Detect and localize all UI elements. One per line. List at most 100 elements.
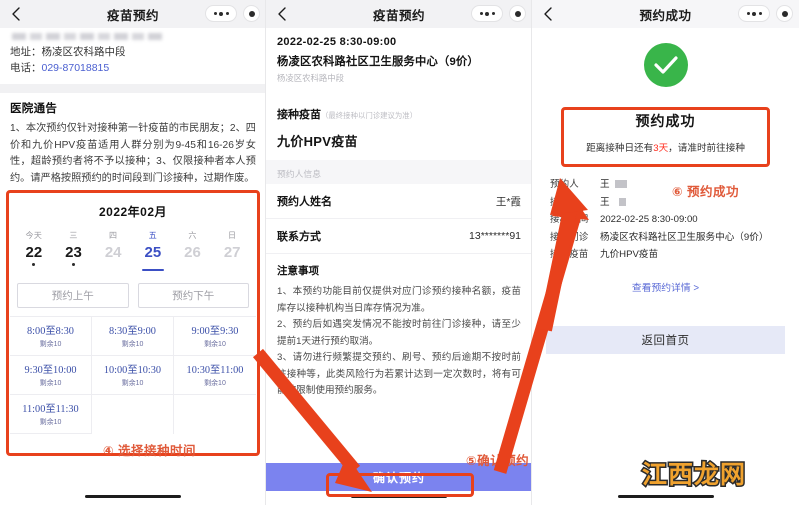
masked-text-icon (618, 197, 626, 206)
time-slot[interactable]: 11:00至11:30 剩余10 (10, 395, 92, 434)
back-icon[interactable] (541, 5, 555, 23)
day-number: 23 (65, 244, 82, 261)
more-dots-icon[interactable] (471, 5, 503, 22)
phone-value[interactable]: 029-87018815 (42, 62, 110, 74)
detail-row-time: 接种时间 2022-02-25 8:30-09:00 (550, 211, 785, 229)
panel-booking-success: 预约成功 预约成功 距离接种日还有3天，请准时前往接种 预约人 王 接种人 王 … (532, 0, 799, 505)
time-slot[interactable]: 9:00至9:30 剩余10 (173, 317, 256, 356)
success-body: 预约成功 距离接种日还有3天，请准时前往接种 预约人 王 接种人 王 接种时间 … (532, 28, 799, 505)
detail-key: 接种时间 (550, 214, 589, 225)
form-row-phone[interactable]: 联系方式 13*******91 (266, 219, 532, 254)
back-icon[interactable] (9, 5, 23, 23)
calendar-day-23[interactable]: 三 23 (54, 230, 94, 271)
annotation-label-5: ⑤确认预约 (466, 454, 530, 468)
calendar-day-26[interactable]: 六 26 (173, 230, 213, 271)
address-label: 地址： (10, 46, 42, 58)
view-detail-link[interactable]: 查看预约详情 > (532, 280, 799, 294)
annotation-label-4: ④ 选择接种时间 (103, 444, 197, 458)
subtitle-prefix: 距离接种日还有 (586, 143, 654, 154)
day-number: 27 (223, 244, 241, 261)
day-number: 26 (184, 244, 201, 261)
target-circle-icon[interactable] (243, 5, 260, 22)
day-number: 24 (104, 244, 122, 261)
slot-time: 9:00至9:30 (191, 326, 239, 337)
masked-text-icon (614, 180, 627, 189)
appointment-site: 杨凌区农科路社区卫生服务中心（9价） (277, 56, 479, 68)
time-slot[interactable]: 8:00至8:30 剩余10 (10, 317, 92, 356)
day-weekday: 四 (109, 231, 118, 240)
booking-details: 预约人 王 接种人 王 接种时间 2022-02-25 8:30-09:00 接… (532, 176, 799, 264)
detail-key: 接种人 (550, 196, 579, 208)
day-dot-indicator (72, 263, 75, 266)
panel-vaccine-booking: 疫苗预约 地址：杨凌区农科路中段 电话：029-87018815 医院通告 1、… (0, 0, 266, 505)
vaccine-note: （最终接种以门诊建议为准） (321, 111, 418, 120)
clinic-info: 地址：杨凌区农科路中段 电话：029-87018815 (0, 28, 266, 84)
detail-key: 预约人 (550, 179, 579, 190)
target-circle-icon[interactable] (509, 5, 526, 22)
row-key: 预约人姓名 (277, 196, 332, 208)
days-remaining: 3天 (653, 143, 669, 154)
day-weekday: 今天 (25, 231, 43, 240)
annotation-label-6: ⑥ 预约成功 (672, 185, 740, 199)
success-title: 预约成功 (635, 113, 696, 129)
target-circle-icon[interactable] (776, 5, 793, 22)
vaccine-label: 接种疫苗 (277, 109, 321, 121)
time-slot-empty (92, 395, 174, 434)
back-icon[interactable] (275, 5, 289, 23)
detail-row-vaccine: 接种疫苗 九价HPV疫苗 (550, 246, 785, 264)
panel-confirm-booking: 疫苗预约 2022-02-25 8:30-09:00 杨凌区农科路社区卫生服务中… (266, 0, 532, 505)
home-indicator (351, 494, 447, 498)
blurred-text-line (12, 33, 162, 40)
panel3-header: 预约成功 (532, 0, 799, 28)
book-morning-button[interactable]: 预约上午 (17, 283, 129, 308)
return-home-button[interactable]: 返回首页 (546, 325, 785, 354)
row-value: 王*霞 (495, 195, 521, 208)
detail-value: 2022-02-25 8:30-09:00 (600, 214, 698, 225)
detail-key: 接种疫苗 (550, 249, 589, 260)
mini-program-capsule (471, 5, 526, 22)
confirm-button-label: 确认预约 (372, 470, 425, 485)
appointment-datetime: 2022-02-25 8:30-09:00 (277, 36, 397, 48)
notice-title: 医院通告 (10, 103, 58, 115)
book-afternoon-button[interactable]: 预约下午 (137, 283, 249, 308)
appointment-address: 杨凌区农科路中段 (277, 73, 344, 83)
home-indicator (85, 494, 181, 498)
more-dots-icon[interactable] (738, 5, 770, 22)
day-weekday: 六 (188, 231, 197, 240)
slot-remaining: 剩余10 (39, 419, 62, 426)
slot-time: 10:00至10:30 (103, 365, 162, 376)
clinic-phone-row: 电话：029-87018815 (10, 60, 256, 76)
slot-remaining: 剩余10 (121, 380, 144, 387)
section-divider (0, 84, 266, 93)
calendar-day-24[interactable]: 四 24 (93, 230, 133, 271)
slot-time: 8:30至9:00 (109, 326, 156, 337)
subtitle-suffix: ，请准时前往接种 (668, 143, 745, 154)
day-number: 22 (25, 244, 43, 261)
slot-time: 10:30至11:00 (186, 365, 244, 376)
time-slot-empty (174, 395, 256, 434)
clinic-address-row: 地址：杨凌区农科路中段 (10, 44, 256, 60)
row-key: 联系方式 (277, 231, 321, 243)
calendar-day-22[interactable]: 今天 22 (14, 230, 54, 271)
slot-time: 11:00至11:30 (22, 404, 79, 415)
time-slot[interactable]: 10:00至10:30 剩余10 (91, 356, 174, 395)
more-dots-icon[interactable] (205, 5, 237, 22)
day-underline (141, 269, 164, 271)
notice-body: 1、本次预约仅针对接种第一针疫苗的市民朋友；2、四价和九价HPV疫苗适用人群分别… (10, 123, 256, 184)
detail-row-recipient: 接种人 王 (550, 194, 785, 212)
detail-row-booker: 预约人 王 (550, 176, 785, 194)
time-slot[interactable]: 8:30至9:00 剩余10 (91, 317, 174, 356)
detail-value-text: 王 (600, 179, 610, 190)
calendar-day-27[interactable]: 日 27 (212, 230, 252, 271)
calendar-day-25[interactable]: 五 25 (133, 230, 173, 271)
form-row-name[interactable]: 预约人姓名 王*霞 (266, 184, 532, 219)
mini-program-capsule (205, 5, 260, 22)
time-slot[interactable]: 9:30至10:00 剩余10 (10, 356, 92, 395)
calendar-card: 2022年02月 今天 22 三 23 四 24 五 25 六 26 日 27 … (10, 194, 256, 434)
time-slot[interactable]: 10:30至11:00 剩余10 (173, 356, 256, 395)
success-subtitle: 距离接种日还有3天，请准时前往接种 (532, 140, 799, 154)
detail-value-text: 王 (600, 196, 610, 208)
mini-program-capsule (738, 5, 793, 22)
day-dot-indicator (32, 263, 36, 266)
vaccine-label-row: 接种疫苗（最终接种以门诊建议为准） (277, 106, 521, 122)
